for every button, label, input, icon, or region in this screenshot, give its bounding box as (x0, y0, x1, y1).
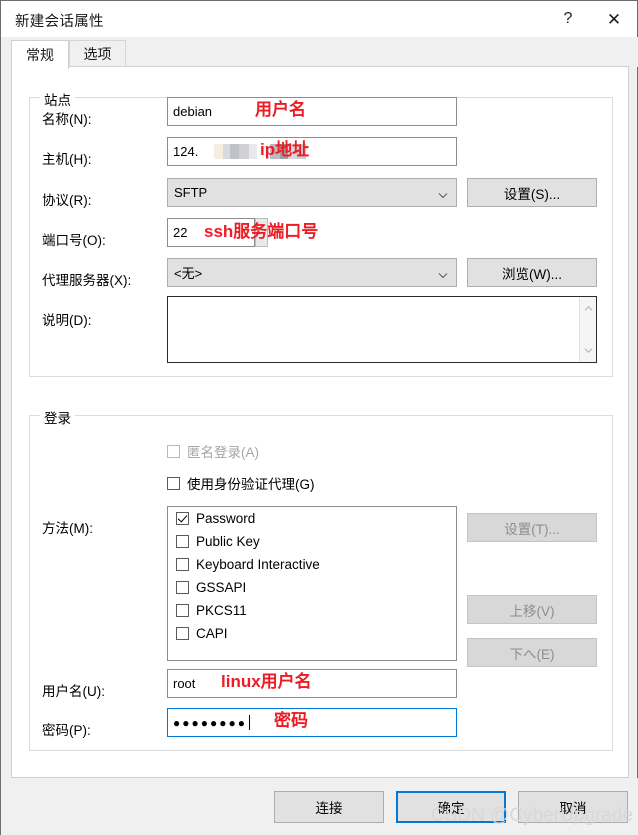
method-item-gssapi[interactable]: GSSAPI (168, 576, 456, 599)
window-title: 新建会话属性 (15, 14, 104, 30)
name-input-value: debian (173, 104, 213, 119)
checkbox-box-password[interactable] (176, 512, 189, 525)
host-label: 主机(H): (42, 152, 92, 167)
chevron-down-icon (438, 188, 448, 198)
help-icon[interactable]: ? (545, 1, 591, 37)
method-label-password: Password (196, 511, 256, 526)
connect-button[interactable]: 连接 (274, 791, 384, 823)
password-input[interactable]: ●●●●●●●● (167, 708, 457, 737)
anonymous-login-label: 匿名登录(A) (187, 445, 259, 460)
proxy-browse-button[interactable]: 浏览(W)... (467, 258, 597, 287)
host-input-value: 124. (173, 144, 199, 159)
login-group-title: 登录 (40, 407, 75, 427)
title-bar: 新建会话属性 ? ✕ (1, 1, 637, 37)
method-item-keyboard-interactive[interactable]: Keyboard Interactive (168, 553, 456, 576)
proxy-select[interactable]: <无> (167, 258, 457, 287)
protocol-settings-button[interactable]: 设置(S)... (467, 178, 597, 207)
close-icon[interactable]: ✕ (591, 1, 637, 37)
annotation-host: ip地址 (260, 140, 310, 159)
move-down-button: 下へ(E) (467, 638, 597, 667)
proxy-label: 代理服务器(X): (42, 273, 132, 288)
name-input[interactable]: debian (167, 97, 457, 126)
description-label: 说明(D): (42, 313, 92, 328)
username-input[interactable]: root (167, 669, 457, 698)
checkbox-box-keyboard-interactive[interactable] (176, 558, 189, 571)
method-item-pkcs11[interactable]: PKCS11 (168, 599, 456, 622)
protocol-select[interactable]: SFTP (167, 178, 457, 207)
tab-page-general: 站点 名称(N): debian 用户名 主机(H): 124. ip地址 协议… (11, 66, 629, 778)
site-group-title: 站点 (40, 89, 75, 109)
use-auth-agent-label: 使用身份验证代理(G) (187, 477, 315, 492)
method-label-capi: CAPI (196, 626, 228, 641)
new-session-properties-dialog: 新建会话属性 ? ✕ 常规 选项 站点 名称(N): debian 用户名 主机… (0, 0, 638, 835)
method-item-password[interactable]: Password (168, 507, 456, 530)
move-up-button: 上移(V) (467, 595, 597, 624)
password-label: 密码(P): (42, 723, 91, 738)
username-input-value: root (173, 676, 196, 691)
method-item-capi[interactable]: CAPI (168, 622, 456, 645)
chevron-down-icon-proxy (438, 268, 448, 278)
method-label-public-key: Public Key (196, 534, 260, 549)
checkbox-box-agent[interactable] (167, 476, 180, 490)
name-label: 名称(N): (42, 112, 92, 127)
protocol-select-value: SFTP (174, 185, 208, 200)
method-label-pkcs11: PKCS11 (196, 603, 247, 618)
text-caret (248, 715, 250, 730)
method-settings-button: 设置(T)... (467, 513, 597, 542)
port-input-value: 22 (173, 225, 188, 240)
checkbox-box-pkcs11[interactable] (176, 604, 189, 617)
auth-method-listbox[interactable]: Password Public Key Keyboard Interactive… (167, 506, 457, 661)
checkbox-box-public-key[interactable] (176, 535, 189, 548)
anonymous-login-checkbox: 匿名登录(A) (167, 441, 259, 461)
tab-general[interactable]: 常规 (11, 40, 69, 69)
tab-strip: 常规 选项 (1, 37, 638, 69)
method-label-gssapi: GSSAPI (196, 580, 247, 595)
proxy-select-value: <无> (174, 266, 203, 281)
host-input[interactable]: 124. (167, 137, 457, 166)
dialog-footer: 连接 确定 取消 CSDN @CyberUpgrade (1, 778, 638, 835)
scroll-up-icon[interactable] (580, 301, 597, 318)
password-input-value: ●●●●●●●● (173, 715, 247, 730)
use-auth-agent-checkbox[interactable]: 使用身份验证代理(G) (167, 473, 315, 493)
checkbox-box-gssapi[interactable] (176, 581, 189, 594)
checkbox-box-anonymous (167, 444, 180, 458)
description-scrollbar[interactable] (579, 297, 596, 362)
watermark: CSDN @CyberUpgrade (431, 805, 633, 826)
method-label: 方法(M): (42, 521, 93, 536)
checkbox-box-capi[interactable] (176, 627, 189, 640)
method-item-public-key[interactable]: Public Key (168, 530, 456, 553)
tab-options[interactable]: 选项 (69, 40, 126, 67)
scroll-down-icon[interactable] (580, 341, 597, 358)
annotation-name: 用户名 (255, 100, 306, 119)
annotation-username: linux用户名 (221, 672, 312, 691)
port-label: 端口号(O): (42, 233, 106, 248)
annotation-password: 密码 (274, 711, 308, 730)
description-textarea[interactable] (167, 296, 597, 363)
protocol-label: 协议(R): (42, 193, 92, 208)
username-label: 用户名(U): (42, 684, 105, 699)
annotation-port: ssh服务端口号 (204, 222, 319, 241)
method-label-keyboard-interactive: Keyboard Interactive (196, 557, 320, 572)
